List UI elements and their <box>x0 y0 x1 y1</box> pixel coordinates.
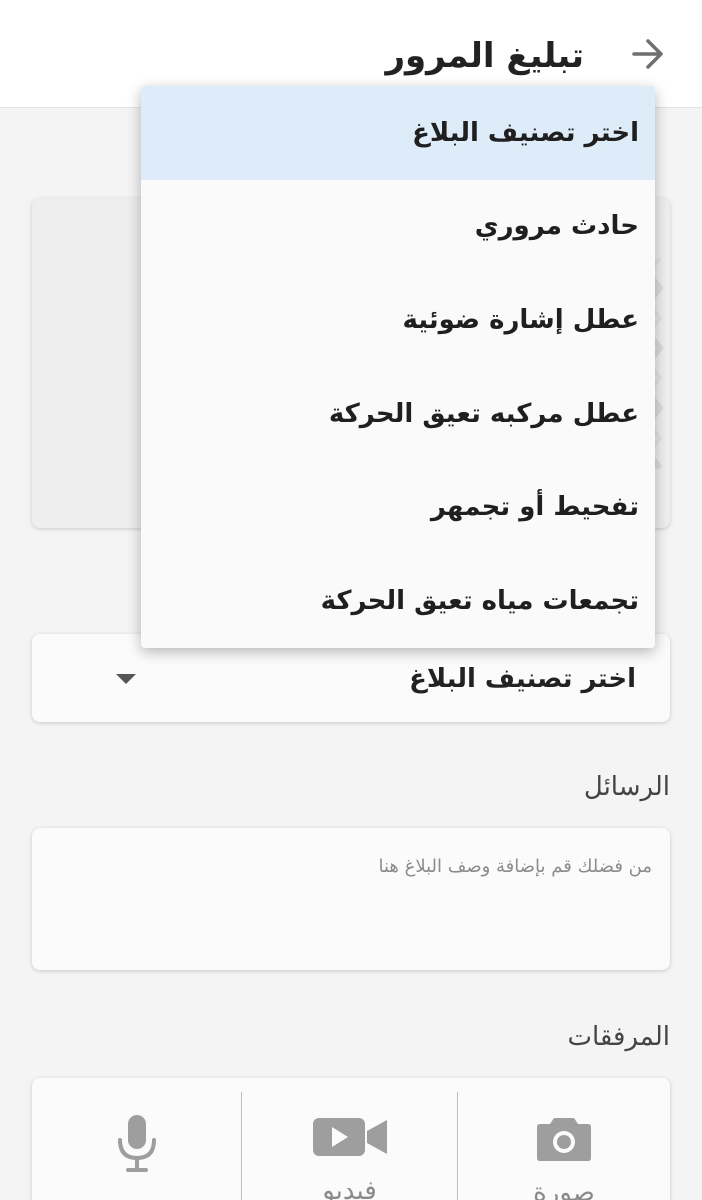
page-title: تبليغ المرور <box>385 36 584 76</box>
attachments-card: صورة فيديو صوت <box>32 1078 670 1200</box>
category-dropdown-menu: اختر تصنيف البلاغ حادث مروري عطل إشارة ض… <box>141 86 655 648</box>
dropdown-option[interactable]: تجمعات مياه تعيق الحركة <box>141 554 655 648</box>
dropdown-option[interactable]: عطل إشارة ضوئية <box>141 273 655 367</box>
attach-audio-label: صوت <box>107 1188 167 1200</box>
camera-icon <box>537 1118 591 1161</box>
dropdown-option[interactable]: عطل مركبه تعيق الحركة <box>141 367 655 461</box>
message-box <box>32 828 670 970</box>
divider <box>241 1092 242 1200</box>
caret-down-icon <box>116 674 136 684</box>
back-button[interactable] <box>628 34 668 74</box>
attach-photo-button[interactable]: صورة <box>458 1078 670 1200</box>
messages-label: الرسائل <box>583 772 670 802</box>
attach-video-label: فيديو <box>322 1176 377 1200</box>
dropdown-option[interactable]: تفحيط أو تجمهر <box>141 460 655 554</box>
dropdown-option[interactable]: حادث مروري <box>141 180 655 274</box>
attach-video-button[interactable]: فيديو <box>242 1078 457 1200</box>
dropdown-option[interactable]: اختر تصنيف البلاغ <box>141 86 655 180</box>
video-camera-icon <box>312 1118 387 1156</box>
category-select-value: اختر تصنيف البلاغ <box>409 664 636 694</box>
arrow-right-icon <box>632 39 663 69</box>
message-input[interactable] <box>32 828 670 970</box>
attachments-label: المرفقات <box>567 1022 670 1052</box>
attach-photo-label: صورة <box>533 1178 595 1200</box>
microphone-icon <box>117 1115 156 1172</box>
divider <box>457 1092 458 1200</box>
attach-audio-button[interactable]: صوت <box>32 1078 241 1200</box>
